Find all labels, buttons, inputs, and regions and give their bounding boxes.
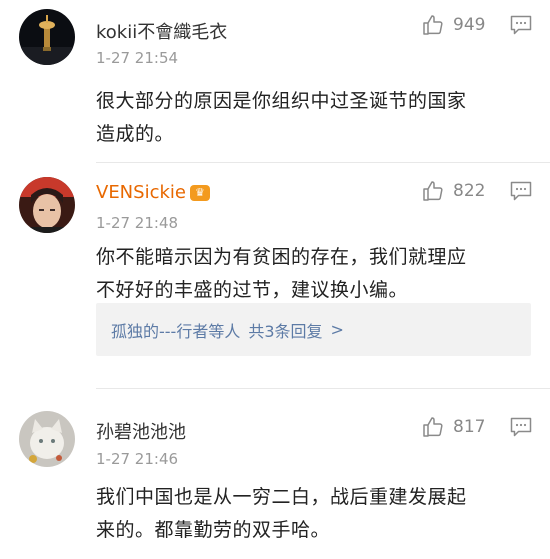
reply-count: 共3条回复 — [248, 321, 323, 341]
like-count: 949 — [453, 15, 486, 35]
thumbs-up-icon — [423, 15, 443, 35]
reply-button[interactable] — [510, 417, 532, 441]
thumbs-up-icon — [423, 417, 443, 437]
like-button[interactable]: 817 — [421, 415, 485, 439]
view-replies-link[interactable]: 孤独的---行者等人 共3条回复 > — [96, 303, 531, 356]
like-count: 822 — [453, 181, 486, 201]
comment-item: kokii不會織毛衣 1-27 21:54 949 很大部分的原因是你组织中过圣… — [0, 0, 550, 163]
like-count: 817 — [453, 417, 486, 437]
avatar[interactable] — [19, 177, 75, 233]
like-button[interactable]: 949 — [421, 13, 485, 37]
username[interactable]: VENSickie ♛ — [96, 182, 210, 203]
timestamp: 1-27 21:46 — [96, 450, 179, 468]
chevron-right-icon: > — [330, 320, 344, 339]
avatar[interactable] — [19, 9, 75, 65]
username[interactable]: 孙碧池池池 — [96, 418, 186, 444]
comment-item: VENSickie ♛ 1-27 21:48 822 你不能暗示因为有贫困的存在，… — [0, 163, 550, 389]
comment-text: 你不能暗示因为有贫困的存在，我们就理应 不好好的丰盛的过节，建议换小编。 — [96, 246, 467, 301]
timestamp: 1-27 21:54 — [96, 49, 179, 67]
comment-bubble-icon — [510, 15, 532, 35]
vip-crown-badge-icon: ♛ — [189, 185, 210, 201]
avatar[interactable] — [19, 411, 75, 467]
comment-text: 很大部分的原因是你组织中过圣诞节的国家 造成的。 — [96, 90, 467, 145]
comment-bubble-icon — [510, 181, 532, 201]
reply-summary: 孤独的---行者等人 — [111, 321, 241, 341]
reply-button[interactable] — [510, 181, 532, 205]
timestamp: 1-27 21:48 — [96, 214, 179, 232]
username[interactable]: kokii不會織毛衣 — [96, 18, 227, 44]
comment-item: 孙碧池池池 1-27 21:46 817 我们中国也是从一穷二白，战后重建发展起… — [0, 389, 550, 559]
thumbs-up-icon — [423, 181, 443, 201]
comment-text: 我们中国也是从一穷二白，战后重建发展起 来的。都靠勤劳的双手哈。 — [96, 486, 467, 541]
reply-button[interactable] — [510, 15, 532, 39]
like-button[interactable]: 822 — [421, 179, 485, 203]
comment-bubble-icon — [510, 417, 532, 437]
